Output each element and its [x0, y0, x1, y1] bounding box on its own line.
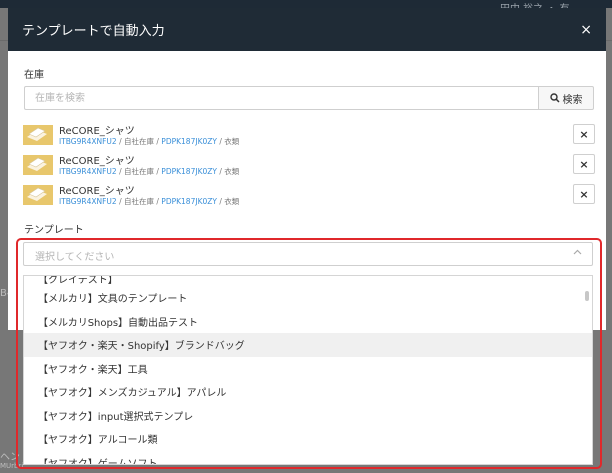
product-id-link[interactable]: PDPK187JK0ZY [161, 167, 217, 176]
search-button[interactable]: 検索 [538, 86, 594, 110]
item-code-link[interactable]: ITBG9R4XNFU2 [59, 167, 117, 176]
dropdown-scrollbar[interactable] [585, 291, 589, 301]
item-location: 自社在庫 [124, 167, 154, 176]
template-select[interactable]: 選択してください [23, 242, 593, 266]
search-button-label: 検索 [562, 94, 583, 106]
select-placeholder: 選択してください [35, 252, 115, 263]
item-code-link[interactable]: ITBG9R4XNFU2 [59, 137, 117, 146]
item-category: 衣類 [224, 137, 240, 146]
template-option[interactable]: 【クレイテスト】 [24, 276, 592, 286]
close-icon: × [579, 187, 589, 201]
item-thumbnail [23, 125, 53, 145]
item-name: ReCORE_シャツ [59, 156, 135, 167]
stock-item: ReCORE_シャツ ITBG9R4XNFU2 / 自社在庫 / PDPK187J… [23, 152, 595, 180]
modal-header: テンプレートで自動入力 × [8, 8, 606, 51]
close-icon[interactable]: × [580, 22, 592, 38]
item-thumbnail [23, 185, 53, 205]
template-label: テンプレート [24, 225, 84, 236]
template-option[interactable]: 【ヤフオク】input選択式テンプレ [24, 404, 592, 428]
template-dropdown: 【クレイテスト】 【メルカリ】文具のテンプレート 【メルカリShops】自動出品テス… [23, 275, 593, 465]
item-code-link[interactable]: ITBG9R4XNFU2 [59, 197, 117, 206]
item-thumbnail [23, 155, 53, 175]
stock-item: ReCORE_シャツ ITBG9R4XNFU2 / 自社在庫 / PDPK187J… [23, 122, 595, 150]
stock-search: 検索 [24, 86, 594, 110]
template-option[interactable]: 【メルカリShops】自動出品テスト [24, 310, 592, 334]
close-icon: × [579, 157, 589, 171]
meta-separator: / [116, 137, 124, 146]
item-name: ReCORE_シャツ [59, 126, 135, 137]
remove-item-button[interactable]: × [573, 124, 595, 144]
item-category: 衣類 [224, 167, 240, 176]
item-location: 自社在庫 [124, 197, 154, 206]
product-id-link[interactable]: PDPK187JK0ZY [161, 137, 217, 146]
item-location: 自社在庫 [124, 137, 154, 146]
template-option[interactable]: 【メルカリ】文具のテンプレート [24, 286, 592, 310]
meta-separator: / [116, 167, 124, 176]
item-name: ReCORE_シャツ [59, 186, 135, 197]
template-option[interactable]: 【ヤフオク・楽天・Shopify】ブランドバッグ [24, 333, 592, 357]
template-option[interactable]: 【ヤフオク】ゲームソフト [24, 451, 592, 464]
item-category: 衣類 [224, 197, 240, 206]
search-icon [549, 93, 560, 103]
item-meta: ITBG9R4XNFU2 / 自社在庫 / PDPK187JK0ZY / 衣類 [59, 196, 239, 207]
item-meta: ITBG9R4XNFU2 / 自社在庫 / PDPK187JK0ZY / 衣類 [59, 136, 239, 147]
close-icon: × [579, 127, 589, 141]
modal-title: テンプレートで自動入力 [22, 24, 165, 39]
remove-item-button[interactable]: × [573, 154, 595, 174]
stock-item: ReCORE_シャツ ITBG9R4XNFU2 / 自社在庫 / PDPK187J… [23, 182, 595, 210]
template-option[interactable]: 【ヤフオク】メンズカジュアル】アパレル [24, 380, 592, 404]
template-option[interactable]: 【ヤフオク】アルコール類 [24, 427, 592, 451]
stock-search-input[interactable] [24, 86, 538, 110]
remove-item-button[interactable]: × [573, 184, 595, 204]
meta-separator: / [116, 197, 124, 206]
item-meta: ITBG9R4XNFU2 / 自社在庫 / PDPK187JK0ZY / 衣類 [59, 166, 239, 177]
product-id-link[interactable]: PDPK187JK0ZY [161, 197, 217, 206]
stock-label: 在庫 [24, 70, 44, 81]
chevron-up-icon [573, 247, 582, 258]
template-option[interactable]: 【ヤフオク・楽天】工具 [24, 357, 592, 381]
